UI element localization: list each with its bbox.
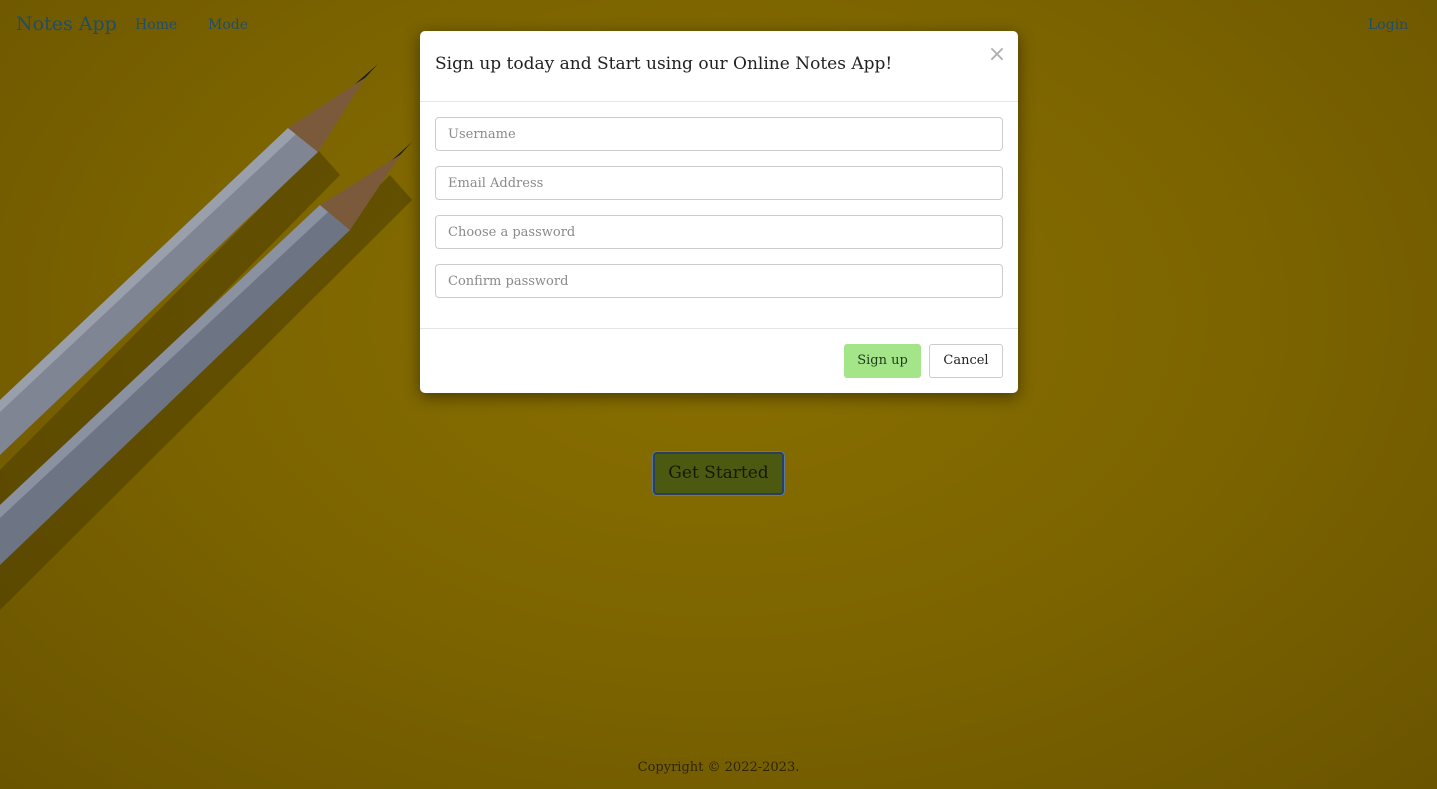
nav-mode-link[interactable]: Mode (208, 17, 248, 33)
close-icon[interactable]: × (986, 43, 1008, 67)
cancel-button[interactable]: Cancel (929, 344, 1003, 378)
get-started-label: Get Started (668, 463, 769, 483)
modal-header: Sign up today and Start using our Online… (420, 31, 1018, 102)
get-started-button[interactable]: Get Started (653, 452, 784, 495)
nav-home-link[interactable]: Home (135, 17, 177, 33)
username-input[interactable] (435, 117, 1003, 151)
signup-modal: Sign up today and Start using our Online… (420, 31, 1018, 393)
footer-copyright: Copyright © 2022-2023. (637, 760, 800, 775)
confirm-password-input[interactable] (435, 264, 1003, 298)
nav-login-link[interactable]: Login (1368, 17, 1408, 33)
brand-link[interactable]: Notes App (16, 13, 117, 35)
signup-button[interactable]: Sign up (844, 344, 921, 378)
email-input[interactable] (435, 166, 1003, 200)
password-input[interactable] (435, 215, 1003, 249)
modal-footer: Sign up Cancel (420, 328, 1018, 393)
pencils-image (0, 64, 412, 610)
modal-title: Sign up today and Start using our Online… (435, 54, 893, 74)
